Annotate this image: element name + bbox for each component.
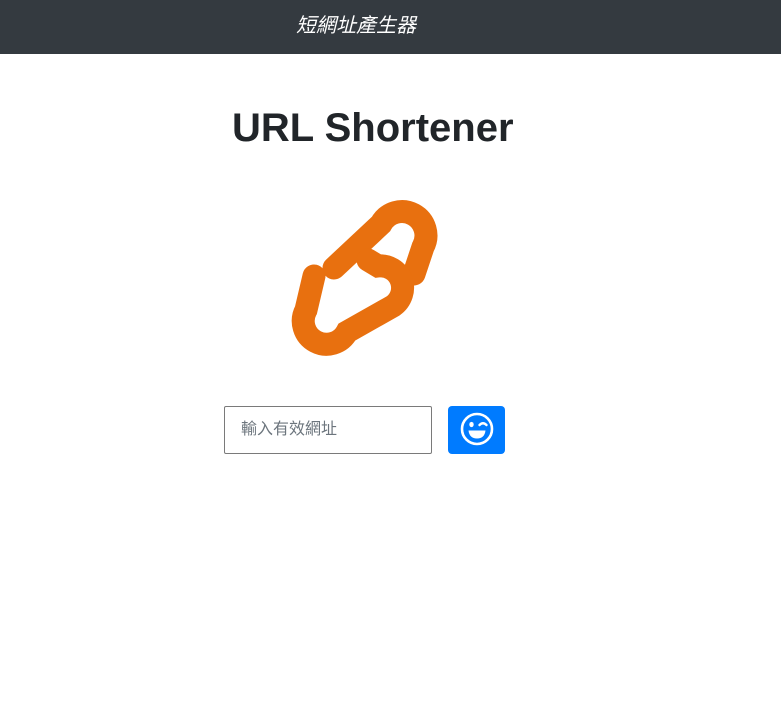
grin-wink-icon bbox=[460, 412, 494, 449]
navbar-brand[interactable]: 短網址產生器 bbox=[296, 13, 416, 39]
shorten-button[interactable] bbox=[448, 406, 505, 454]
url-input[interactable] bbox=[224, 406, 432, 454]
link-icon bbox=[282, 196, 446, 360]
navbar: 短網址產生器 bbox=[0, 0, 781, 54]
page-title: URL Shortener bbox=[232, 106, 514, 150]
